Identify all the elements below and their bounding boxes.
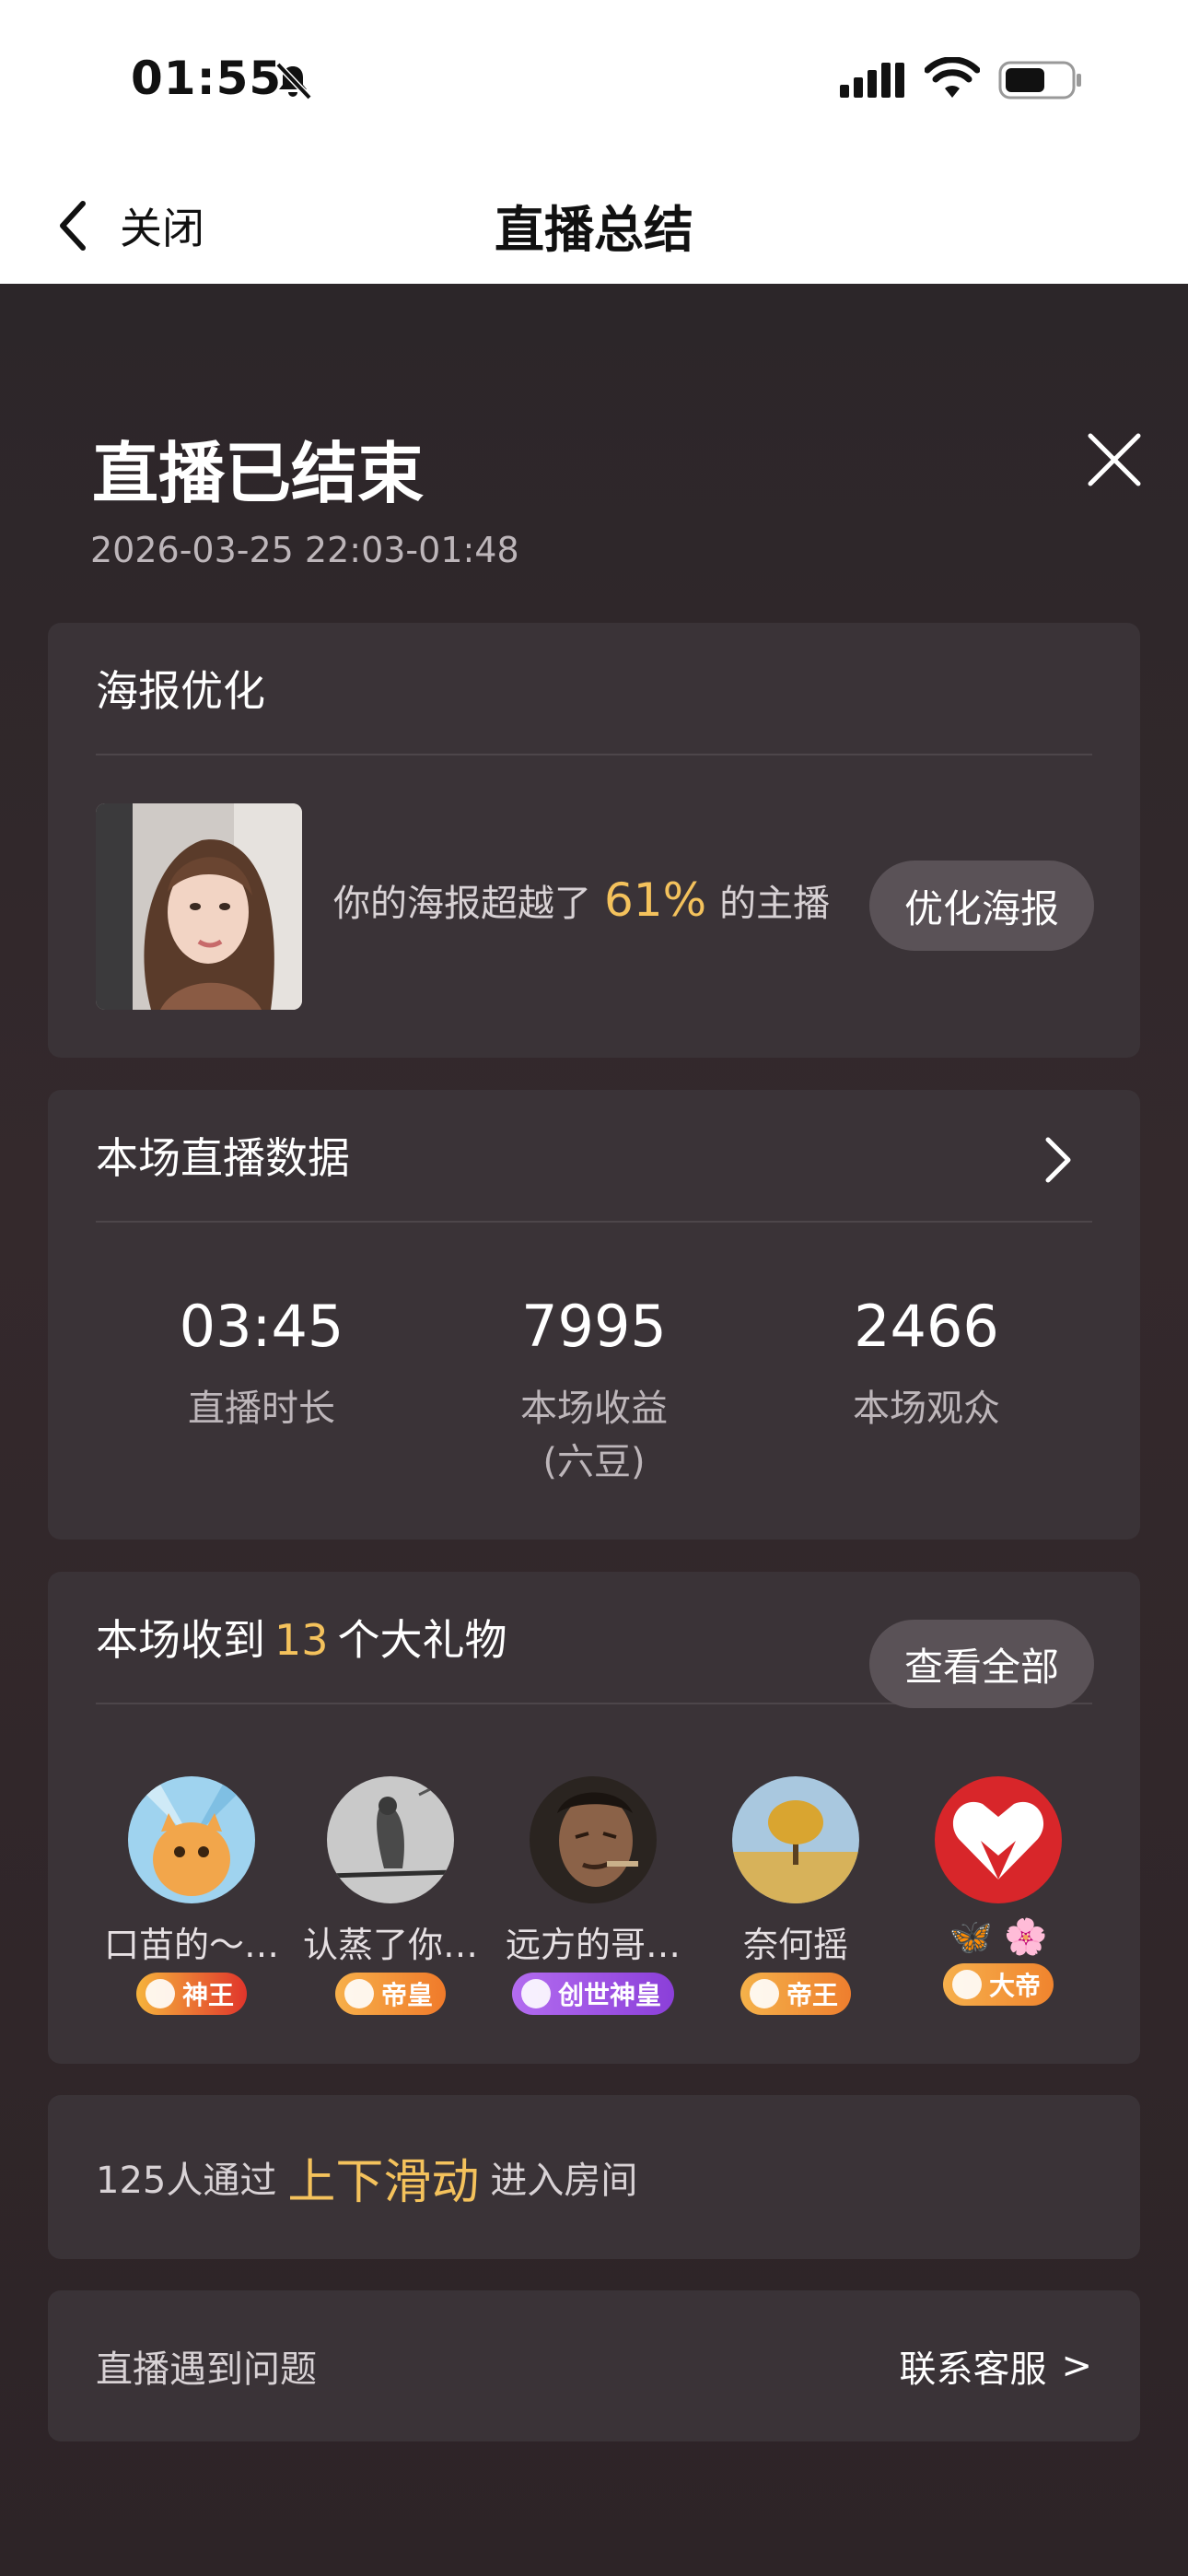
poster-image [96,803,302,1010]
poster-optimize-card: 海报优化 你的海报超越了 61% 的主播 优化海报 [48,623,1140,1058]
gifter-name: 奈何摇 [742,1925,848,1965]
stat-value: 03:45 [179,1293,344,1360]
badge-label: 大帝 [988,1971,1041,2001]
level-badge: 创世神皇 [511,1973,674,2015]
live-data-header: 本场直播数据 [96,1090,1092,1223]
live-data-card[interactable]: 本场直播数据 03:45 直播时长 7995 本场收益 (六豆) 2466 本场… [48,1090,1140,1540]
stat-duration: 03:45 直播时长 [96,1293,427,1435]
gifter-name: 认蒸了你… [302,1925,478,1965]
level-badge: 帝皇 [334,1973,446,2015]
gifter-list: 口苗的～… 神王 认蒸了你… 帝皇 远方的哥… 创世神皇 奈何摇 帝王 🦋 🌸 … [48,1776,1140,2034]
gifts-text-after: 个大礼物 [337,1615,507,1665]
poster-percent: 61% [604,873,707,927]
stat-label: 本场观众 [853,1388,1000,1430]
gifts-text-before: 本场收到 [96,1615,265,1665]
badge-label: 创世神皇 [557,1980,661,2010]
bell-muted-icon [275,62,312,100]
gifts-card: 本场收到 13 个大礼物 查看全部 口苗的～… 神王 认蒸了你… 帝皇 远方的哥… [48,1572,1140,2064]
cellular-signal-icon [840,63,904,98]
gifts-count: 13 [274,1615,329,1665]
status-time: 01:55 [131,52,283,105]
stat-label: 直播时长 [188,1388,335,1430]
stat-viewers: 2466 本场观众 [761,1293,1092,1435]
stat-earnings: 7995 本场收益 (六豆) [428,1293,760,1489]
level-icon [520,1979,551,2008]
top-bar: 01:55 关闭 直播总结 [0,0,1188,284]
avatar [327,1776,454,1903]
gifter-name: 🦋 🌸 [949,1916,1048,1957]
gifter-item[interactable]: 认蒸了你… 帝皇 [289,1776,492,2015]
view-all-button[interactable]: 查看全部 [869,1620,1094,1708]
avatar [732,1776,859,1903]
badge-label: 帝王 [786,1980,838,2010]
level-icon [145,1979,175,2008]
optimize-poster-button[interactable]: 优化海报 [869,861,1094,951]
gifter-item[interactable]: 🦋 🌸 大帝 [897,1776,1100,2006]
poster-text-before: 你的海报超越了 [333,883,591,925]
level-icon [344,1979,374,2008]
chevron-right-icon[interactable] [1042,1134,1076,1186]
support-chevron: > [1061,2345,1092,2387]
swipe-entry-text: 125人通过 上下滑动 进入房间 [96,2095,637,2259]
support-label: 联系客服 [899,2348,1047,2391]
poster-card-header: 海报优化 [96,623,1092,755]
level-badge: 大帝 [942,1963,1054,2006]
swipe-text-before: 125人通过 [96,2160,277,2202]
level-badge: 神王 [135,1973,247,2015]
stat-value: 2466 [854,1293,999,1360]
live-issue-card: 直播遇到问题 联系客服 > [48,2290,1140,2441]
contact-support-link[interactable]: 联系客服 > [899,2290,1092,2441]
poster-text-after: 的主播 [719,883,831,925]
live-time-range: 2026-03-25 22:03-01:48 [90,530,519,570]
level-badge: 帝王 [740,1973,851,2015]
gifter-name: 口苗的～… [103,1925,279,1965]
gifter-item[interactable]: 口苗的～… 神王 [90,1776,293,2015]
level-icon [951,1970,982,1999]
poster-thumbnail[interactable] [96,803,302,1010]
swipe-entry-card: 125人通过 上下滑动 进入房间 [48,2095,1140,2259]
battery-icon [998,61,1081,100]
badge-label: 神王 [181,1980,234,2010]
gifter-name: 远方的哥… [505,1925,681,1965]
page-title: 直播总结 [495,201,693,259]
swipe-text-after: 进入房间 [490,2160,638,2202]
gifter-item[interactable]: 奈何摇 帝王 [694,1776,897,2015]
poster-rank-text: 你的海报超越了 61% 的主播 [333,873,830,927]
avatar [128,1776,255,1903]
swipe-highlight: 上下滑动 [287,2154,480,2210]
wifi-icon [925,57,980,98]
avatar [530,1776,657,1903]
live-ended-title: 直播已结束 [92,435,425,512]
close-icon[interactable] [1083,428,1146,491]
stat-label: 本场收益 (六豆) [520,1388,668,1483]
badge-label: 帝皇 [380,1980,433,2010]
avatar [935,1776,1062,1903]
gifter-item[interactable]: 远方的哥… 创世神皇 [492,1776,694,2015]
level-icon [749,1979,779,2008]
issue-label: 直播遇到问题 [96,2348,317,2391]
stat-value: 7995 [521,1293,667,1360]
